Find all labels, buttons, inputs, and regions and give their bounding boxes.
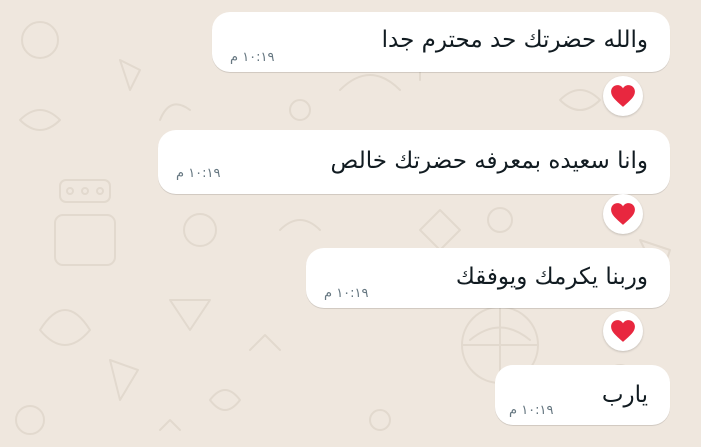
- message-bubble[interactable]: يارب ١٠:١٩ م: [495, 365, 670, 425]
- message-text: وربنا يكرمك ويوفقك: [455, 264, 648, 290]
- message-bubble[interactable]: وربنا يكرمك ويوفقك ١٠:١٩ م: [306, 248, 670, 308]
- message-bubble[interactable]: والله حضرتك حد محترم جدا ١٠:١٩ م: [212, 12, 670, 72]
- heart-icon: [611, 203, 635, 225]
- message-timestamp: ١٠:١٩ م: [324, 286, 369, 301]
- message-bubble[interactable]: وانا سعيده بمعرفه حضرتك خالص ١٠:١٩ م: [158, 130, 670, 194]
- message-text: والله حضرتك حد محترم جدا: [381, 27, 648, 53]
- reaction-badge[interactable]: [603, 311, 643, 351]
- message-text: وانا سعيده بمعرفه حضرتك خالص: [330, 148, 648, 174]
- heart-icon: [611, 85, 635, 107]
- message-timestamp: ١٠:١٩ م: [509, 403, 554, 418]
- reaction-badge[interactable]: [603, 76, 643, 116]
- heart-icon: [611, 320, 635, 342]
- message-text: يارب: [601, 382, 648, 408]
- message-timestamp: ١٠:١٩ م: [176, 166, 221, 181]
- message-timestamp: ١٠:١٩ م: [230, 50, 275, 65]
- reaction-badge[interactable]: [603, 194, 643, 234]
